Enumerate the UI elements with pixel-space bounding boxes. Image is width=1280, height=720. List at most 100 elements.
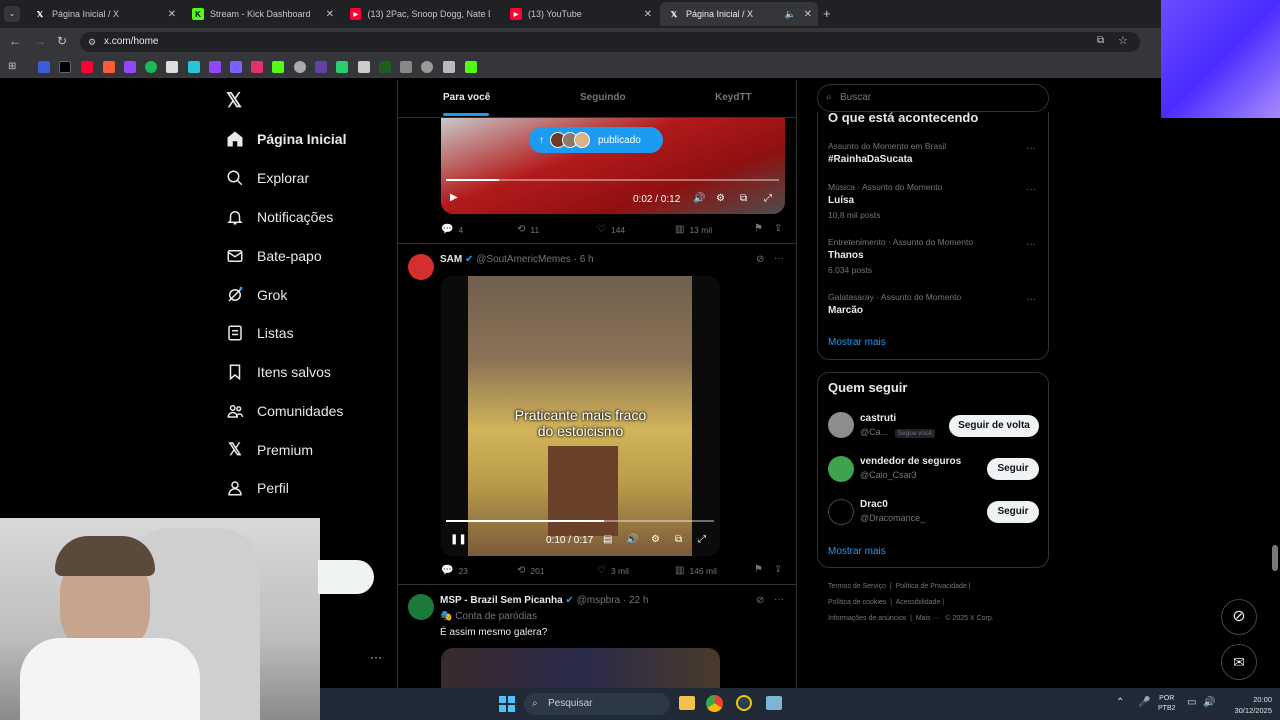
clock[interactable]: 20:00 30/12/2025 [1222, 694, 1272, 716]
tab-for-you[interactable]: Para você [443, 92, 490, 103]
avatar[interactable] [828, 499, 854, 525]
close-icon[interactable]: ✕ [804, 9, 812, 20]
views-button[interactable]: ▥ 146 mil [675, 565, 717, 576]
nav-home[interactable]: Página Inicial [226, 124, 346, 154]
bookmark-button[interactable]: ⚑ [754, 564, 768, 575]
video-progress[interactable] [446, 179, 779, 181]
reload-icon[interactable]: ↻ [57, 34, 67, 48]
close-icon[interactable]: ✕ [326, 9, 334, 20]
avatar[interactable] [828, 412, 854, 438]
bookmark-button[interactable]: ⚑ [754, 223, 768, 234]
bookmark-1-icon[interactable] [38, 61, 50, 73]
bookmark-x-icon[interactable] [59, 61, 71, 73]
language-indicator[interactable]: POR PTB2 [1158, 694, 1176, 714]
bookmark-kick-2-icon[interactable] [465, 61, 477, 73]
windows-start-icon[interactable] [499, 696, 515, 712]
apps-icon[interactable]: ⊞ [8, 61, 20, 73]
tab-x-home-active[interactable]: 𝕏 Página Inicial / X 🔈 ✕ [660, 2, 818, 26]
bookmark-7-icon[interactable] [166, 61, 178, 73]
bookmark-10-icon[interactable] [230, 61, 242, 73]
forward-icon[interactable]: → [34, 34, 46, 48]
star-icon[interactable]: ☆ [1118, 34, 1128, 47]
share-button[interactable]: ⇪ [774, 564, 787, 575]
chrome-icon[interactable] [706, 695, 723, 712]
nav-profile[interactable]: Perfil [226, 473, 289, 503]
tab-kick-dashboard[interactable]: K Stream - Kick Dashboard ✕ [184, 2, 340, 26]
nav-bookmarks[interactable]: Itens salvos [226, 357, 331, 387]
bookmark-8-icon[interactable] [188, 61, 200, 73]
bookmark-16-icon[interactable] [358, 61, 370, 73]
bookmark-4-icon[interactable] [103, 61, 115, 73]
avatar[interactable] [408, 254, 434, 280]
follow-name[interactable]: castruti [860, 413, 896, 424]
new-tab-button[interactable]: + [823, 6, 831, 21]
fullscreen-icon[interactable]: ⤢ [764, 193, 772, 204]
follow-name[interactable]: Drac0 [860, 499, 888, 510]
retweet-button[interactable]: ⟲ 201 [517, 565, 545, 576]
site-info-icon[interactable]: ⚙ [88, 32, 96, 52]
nav-notifications[interactable]: Notificações [226, 202, 333, 232]
tab-youtube-music[interactable]: ▶ (13) 2Pac, Snoop Dogg, Nate D... [342, 2, 498, 26]
more-icon[interactable]: ··· [1026, 143, 1036, 154]
new-posts-pill[interactable]: ↑ publicado [529, 127, 663, 153]
taskbar-search[interactable]: ⌕ Pesquisar [524, 693, 670, 715]
bookmark-instagram-icon[interactable] [251, 61, 263, 73]
captions-icon[interactable]: ▤ [603, 534, 612, 545]
retweet-button[interactable]: ⟲ 11 [517, 224, 539, 235]
search-input[interactable]: ⌕ Buscar [817, 84, 1049, 112]
more-icon[interactable]: ··· [774, 594, 784, 605]
speaker-icon[interactable]: 🔈 [785, 9, 796, 20]
bookmark-14-icon[interactable] [315, 61, 327, 73]
tab-following[interactable]: Seguindo [580, 92, 626, 103]
more-icon[interactable]: ··· [774, 253, 784, 264]
pause-icon[interactable]: ❚❚ [450, 534, 467, 545]
tab-keydtt[interactable]: KeydTT [715, 92, 752, 103]
pip-icon[interactable]: ⧉ [740, 193, 747, 204]
url-field[interactable]: ⚙ x.com/home [80, 32, 1140, 52]
x-logo-icon[interactable]: 𝕏 [226, 88, 242, 113]
nav-explore[interactable]: Explorar [226, 163, 309, 193]
like-button[interactable]: ♡ 144 [597, 224, 625, 235]
network-icon[interactable]: ▭ [1187, 697, 1196, 708]
trend-name[interactable]: #RainhaDaSucata [828, 154, 912, 165]
close-icon[interactable]: ✕ [168, 9, 176, 20]
nav-communities[interactable]: Comunidades [226, 396, 343, 426]
more-icon[interactable]: ··· [1026, 294, 1036, 305]
grok-float-button[interactable]: ⊘ [1221, 599, 1257, 635]
avatar[interactable] [408, 594, 434, 620]
grok-icon[interactable]: ⊘ [756, 254, 764, 265]
trend-name[interactable]: Luísa [828, 195, 854, 206]
follow-back-button[interactable]: Seguir de volta [949, 415, 1039, 437]
nav-chat[interactable]: Bate-papo [226, 241, 322, 271]
like-button[interactable]: ♡ 3 mil [597, 565, 629, 576]
play-icon[interactable]: ▶ [450, 192, 458, 203]
more-icon[interactable]: ··· [370, 650, 382, 664]
volume-icon[interactable]: 🔊 [1203, 697, 1215, 708]
video-progress[interactable] [446, 520, 714, 522]
bookmark-15-icon[interactable] [336, 61, 348, 73]
fullscreen-icon[interactable]: ⤢ [698, 534, 706, 545]
tweet3-media[interactable] [441, 648, 720, 688]
page-scrollbar[interactable] [1272, 545, 1278, 571]
settings-icon[interactable]: ⚙ [651, 534, 660, 545]
avatar[interactable] [828, 456, 854, 482]
bookmark-youtube-icon[interactable] [81, 61, 93, 73]
more-icon[interactable]: ··· [1026, 239, 1036, 250]
bookmark-18-icon[interactable] [400, 61, 412, 73]
trend-name[interactable]: Marcão [828, 305, 863, 316]
bookmark-twitch-2-icon[interactable] [209, 61, 221, 73]
bookmark-spotify-icon[interactable] [145, 61, 157, 73]
grok-icon[interactable]: ⊘ [756, 595, 764, 606]
file-explorer-icon[interactable] [679, 696, 695, 710]
bookmark-twitch-icon[interactable] [124, 61, 136, 73]
volume-icon[interactable]: 🔊 [626, 534, 638, 545]
follow-button[interactable]: Seguir [987, 501, 1039, 523]
bookmark-kick-icon[interactable] [272, 61, 284, 73]
show-more-trends[interactable]: Mostrar mais [828, 337, 886, 348]
trend-name[interactable]: Thanos [828, 250, 864, 261]
tab-youtube[interactable]: ▶ (13) YouTube ✕ [502, 2, 658, 26]
more-icon[interactable]: ··· [1026, 184, 1036, 195]
follow-button[interactable]: Seguir [987, 458, 1039, 480]
back-icon[interactable]: ← [9, 34, 21, 48]
app2-icon[interactable] [766, 696, 782, 710]
